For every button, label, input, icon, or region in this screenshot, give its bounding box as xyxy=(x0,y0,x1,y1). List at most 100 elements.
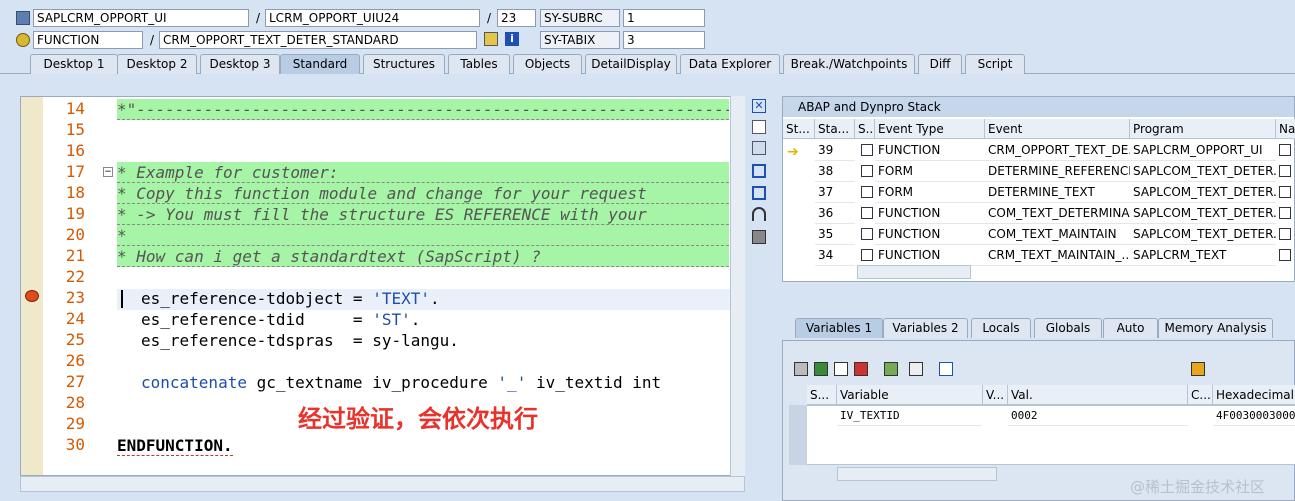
stack-hscrollbar[interactable] xyxy=(857,265,971,279)
tab-variables-2[interactable]: Variables 2 xyxy=(883,318,968,338)
tab-objects[interactable]: Objects xyxy=(513,54,582,74)
tab-data-explorer[interactable]: Data Explorer xyxy=(680,54,780,74)
col-event[interactable]: Event xyxy=(985,119,1130,139)
navigate-icon[interactable] xyxy=(909,362,923,376)
navigate-source-icon[interactable] xyxy=(1279,249,1291,261)
event-type-cell[interactable]: FUNCTION xyxy=(875,245,985,266)
headset-icon[interactable] xyxy=(752,207,766,221)
tab-standard[interactable]: Standard xyxy=(280,54,360,74)
col-name[interactable]: Na... xyxy=(1276,119,1295,139)
import-icon[interactable] xyxy=(814,362,828,376)
col-s[interactable]: S... xyxy=(855,119,875,139)
info-icon[interactable]: i xyxy=(505,32,519,46)
col-stack[interactable]: Sta... xyxy=(815,119,855,139)
event-cell[interactable]: CRM_TEXT_MAINTAIN_... xyxy=(985,245,1130,266)
swap-tool-icon[interactable] xyxy=(752,141,766,155)
navigate-source-icon[interactable] xyxy=(1279,165,1291,177)
tab-tables[interactable]: Tables xyxy=(448,54,510,74)
source-icon[interactable] xyxy=(861,207,873,219)
stack-level-cell[interactable]: 35 xyxy=(815,224,855,245)
tab-diff[interactable]: Diff xyxy=(918,54,962,74)
vars-hscrollbar[interactable] xyxy=(837,467,997,481)
event-cell[interactable]: DETERMINE_REFERENCE... xyxy=(985,161,1130,182)
program-cell[interactable]: SAPLCOM_TEXT_DETER... xyxy=(1130,161,1276,182)
program-field[interactable]: SAPLCRM_OPPORT_UI xyxy=(33,9,249,27)
stack-level-cell[interactable]: 39 xyxy=(815,140,855,161)
sy-subrc-value[interactable]: 1 xyxy=(623,9,705,27)
event-type-cell[interactable]: FUNCTION xyxy=(875,140,985,161)
event-type-cell[interactable]: FORM xyxy=(875,161,985,182)
source-editor[interactable]: − 14 *"----------------------------------… xyxy=(20,96,745,476)
tab-script[interactable]: Script xyxy=(965,54,1025,74)
export-icon[interactable] xyxy=(834,362,848,376)
col-event-type[interactable]: Event Type xyxy=(875,119,985,139)
tab-globals[interactable]: Globals xyxy=(1034,318,1102,338)
program-cell[interactable]: SAPLCRM_TEXT xyxy=(1130,245,1276,266)
maximize-icon[interactable] xyxy=(752,164,766,178)
event-type-cell[interactable]: FUNCTION xyxy=(875,224,985,245)
source-icon[interactable] xyxy=(861,144,873,156)
delete-icon[interactable] xyxy=(794,362,808,376)
program-cell[interactable]: SAPLCOM_TEXT_DETER... xyxy=(1130,182,1276,203)
fold-marker-icon[interactable]: − xyxy=(103,167,113,177)
var-hex-cell[interactable]: 4F0030003000 xyxy=(1213,405,1295,426)
new-tool-icon[interactable] xyxy=(752,120,766,134)
tab-detaildisplay[interactable]: DetailDisplay xyxy=(585,54,677,74)
stack-level-cell[interactable]: 38 xyxy=(815,161,855,182)
kind-field[interactable]: FUNCTION xyxy=(33,31,143,49)
event-type-cell[interactable]: FORM xyxy=(875,182,985,203)
breakpoint-gutter[interactable] xyxy=(21,97,43,475)
event-type-cell[interactable]: FUNCTION xyxy=(875,203,985,224)
vcol-variable[interactable]: Variable xyxy=(837,385,983,405)
event-cell[interactable]: DETERMINE_TEXT xyxy=(985,182,1130,203)
line-field[interactable]: 23 xyxy=(497,9,536,27)
editor-vscrollbar[interactable] xyxy=(730,96,745,476)
event-cell[interactable]: COM_TEXT_MAINTAIN xyxy=(985,224,1130,245)
program-cell[interactable]: SAPLCRM_OPPORT_UI xyxy=(1130,140,1276,161)
navigate-source-icon[interactable] xyxy=(1279,186,1291,198)
col-program[interactable]: Program xyxy=(1130,119,1276,139)
event-cell[interactable]: CRM_OPPORT_TEXT_DE... xyxy=(985,140,1130,161)
tab-memory-analysis[interactable]: Memory Analysis xyxy=(1158,318,1273,338)
row-selector-column[interactable] xyxy=(789,405,807,465)
source-icon[interactable] xyxy=(861,249,873,261)
breakpoint-icon[interactable] xyxy=(25,290,39,302)
include-field[interactable]: LCRM_OPPORT_UIU24 xyxy=(265,9,480,27)
save-list-icon[interactable] xyxy=(854,362,868,376)
hierarchy-icon[interactable] xyxy=(884,362,898,376)
navigate-source-icon[interactable] xyxy=(1279,144,1291,156)
save-icon[interactable] xyxy=(1191,362,1205,376)
source-icon[interactable] xyxy=(861,186,873,198)
col-st[interactable]: St... xyxy=(783,119,815,139)
tab-variables-1[interactable]: Variables 1 xyxy=(795,318,883,338)
tab-desktop-1[interactable]: Desktop 1 xyxy=(30,54,118,74)
source-icon[interactable] xyxy=(861,228,873,240)
vcol-v[interactable]: V... xyxy=(983,385,1008,405)
program-cell[interactable]: SAPLCOM_TEXT_DETER... xyxy=(1130,224,1276,245)
var-value-cell[interactable]: 0002 xyxy=(1008,405,1188,426)
event-cell[interactable]: COM_TEXT_DETERMINA... xyxy=(985,203,1130,224)
navigate-source-icon[interactable] xyxy=(1279,228,1291,240)
close-icon[interactable]: ✕ xyxy=(752,99,766,113)
sy-tabix-value[interactable]: 3 xyxy=(623,31,705,49)
tab-break-watchpoints[interactable]: Break./Watchpoints xyxy=(783,54,915,74)
tab-auto[interactable]: Auto xyxy=(1103,318,1158,338)
services-icon[interactable] xyxy=(752,230,766,244)
stack-level-cell[interactable]: 37 xyxy=(815,182,855,203)
window-icon[interactable] xyxy=(939,362,953,376)
stack-level-cell[interactable]: 36 xyxy=(815,203,855,224)
tab-desktop-2[interactable]: Desktop 2 xyxy=(117,54,197,74)
vcol-value[interactable]: Val. xyxy=(1008,385,1188,405)
vcol-c[interactable]: C... xyxy=(1188,385,1213,405)
name-field[interactable]: CRM_OPPORT_TEXT_DETER_STANDARD xyxy=(159,31,477,49)
tab-structures[interactable]: Structures xyxy=(363,54,445,74)
tab-desktop-3[interactable]: Desktop 3 xyxy=(200,54,280,74)
stack-level-cell[interactable]: 34 xyxy=(815,245,855,266)
navigate-source-icon[interactable] xyxy=(1279,207,1291,219)
var-name-cell[interactable]: IV_TEXTID xyxy=(837,405,981,426)
editor-hscrollbar[interactable] xyxy=(20,476,745,492)
display-object-icon[interactable] xyxy=(484,32,498,46)
resize-icon[interactable] xyxy=(752,186,766,200)
source-icon[interactable] xyxy=(861,165,873,177)
program-cell[interactable]: SAPLCOM_TEXT_DETER... xyxy=(1130,203,1276,224)
